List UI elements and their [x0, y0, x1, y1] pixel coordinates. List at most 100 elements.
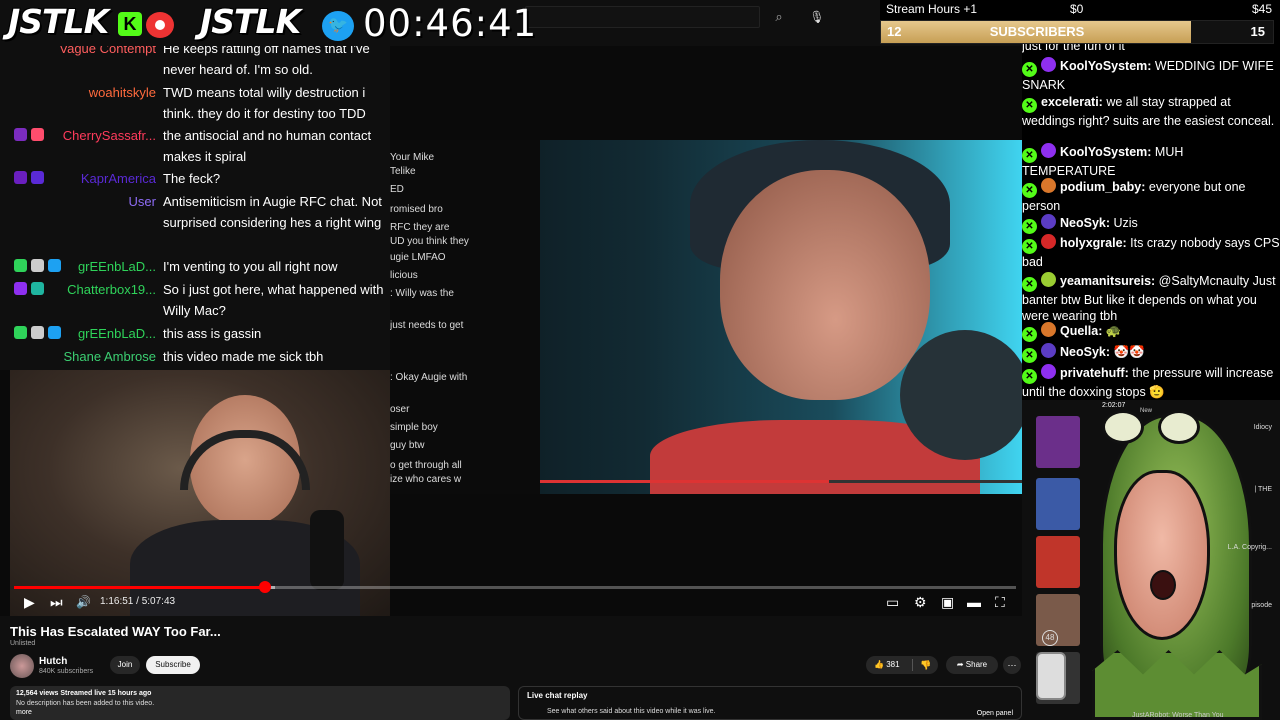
view-count: 12,564 views Streamed live 15 hours ago [16, 690, 152, 697]
kick-icon: ✕ [1022, 348, 1037, 363]
like-divider [912, 659, 913, 671]
recommended-video-title[interactable]: pisode [1192, 602, 1272, 609]
stream-goal-widget: Stream Hours +1 $0 $45 12 SUBSCRIBERS 15 [880, 0, 1280, 44]
kick-icon: ✕ [1022, 239, 1037, 254]
stream-chat-panel: just for the fun of it ✕ KoolYoSystem: WED… [1022, 44, 1280, 400]
description-more-link[interactable]: more [16, 709, 504, 716]
new-badge: New [1140, 408, 1153, 414]
chat-badge-icon [14, 282, 27, 295]
stream-chat-message: ✕ Quella: 🐢 [1022, 322, 1280, 342]
join-button[interactable]: Join [110, 656, 140, 674]
kick-icon: ✕ [1022, 148, 1037, 163]
embedded-chat-line: UD you think they [390, 236, 469, 247]
kick-icon: K [118, 12, 142, 36]
recommended-thumbnail[interactable] [1036, 536, 1080, 588]
embedded-chat-panel: Your Mike Telike ED romised bro RFC they are… [390, 140, 540, 494]
more-actions-icon[interactable]: ⋯ [1003, 656, 1021, 674]
chat-text: 🤡🤡 [1113, 345, 1145, 359]
chat-badge-icon [14, 259, 27, 272]
stream-timer: 00:46:41 [363, 2, 538, 45]
embedded-chat-line: ugie LMFAO [390, 252, 446, 263]
chat-text: this video made me sick tbh [163, 349, 324, 364]
theater-mode-icon[interactable]: ▬ [967, 594, 981, 610]
stream-chat-message: ✕ podium_baby: everyone but one person [1022, 178, 1280, 214]
scrubber-handle[interactable] [258, 581, 271, 593]
chat-username: privatehuff: [1060, 366, 1133, 380]
stream-chat-message: ✕ NeoSyk: 🤡🤡 [1022, 343, 1280, 363]
recommended-video-title[interactable]: Idiocy [1192, 424, 1272, 431]
chat-badge-icon [48, 326, 61, 339]
recommended-videos: 2:02:07 New 48 JustARobot: Worse Than Yo… [1022, 400, 1280, 720]
top-overlay-bar: ⌕ 🎙 JSTLK K JSTLK 🐦 00:46:41 [0, 0, 880, 46]
chat-badges [14, 326, 61, 339]
embedded-chat-line: just needs to get [390, 320, 464, 331]
chat-username: grEEnbLaD... [77, 259, 156, 274]
video-player[interactable]: Vague Contempt He keeps rattling off name… [0, 46, 1022, 616]
kick-icon: ✕ [1022, 327, 1037, 342]
volume-icon[interactable]: 🔊 [76, 594, 91, 610]
embedded-chat-line: Your Mike [390, 152, 435, 163]
embedded-chat-line: Telike [390, 166, 416, 177]
recommended-video-title[interactable]: | THE [1192, 486, 1272, 493]
recommended-thumbnail[interactable] [1036, 416, 1080, 468]
channel-name[interactable]: Hutch [39, 656, 67, 667]
search-input[interactable] [525, 6, 760, 28]
fullscreen-icon[interactable]: ⛶ [995, 594, 1005, 610]
chat-username: CherrySassafr... [62, 128, 156, 143]
share-button[interactable]: ➦ Share [946, 656, 998, 674]
recommended-video-title-bottom[interactable]: JustARobot: Worse Than You [1132, 712, 1224, 719]
chat-username: Chatterbox19... [67, 282, 156, 297]
recommended-video-title[interactable]: L.A. Copyrig... [1192, 544, 1272, 551]
subscriber-goal: 15 [1250, 24, 1265, 39]
microphone-icon [900, 330, 1022, 460]
subscriber-label: SUBSCRIBERS [989, 24, 1085, 39]
chat-badge-icon [14, 326, 27, 339]
chat-username: woahitskyle [88, 85, 156, 100]
user-badge-icon [1041, 214, 1056, 229]
chat-text: just for the fun of it [1022, 44, 1125, 53]
settings-icon[interactable]: ⚙ [914, 594, 927, 610]
miniplayer-icon[interactable]: ▣ [941, 594, 954, 610]
chat-badge-icon [31, 326, 44, 339]
channel-avatar[interactable] [10, 654, 34, 678]
progress-bar[interactable] [14, 581, 1016, 593]
like-icon: 👍 [874, 660, 884, 669]
mascot-eye-left [1102, 410, 1144, 444]
dislike-icon[interactable]: 👎 [920, 656, 931, 674]
chat-badges [14, 259, 61, 272]
kick-icon: ✕ [1022, 62, 1037, 77]
embedded-chat-line: oser [390, 404, 410, 415]
user-badge-icon [1041, 234, 1056, 249]
mascot-mouth [1150, 570, 1176, 600]
kick-icon: ✕ [1022, 183, 1037, 198]
chat-badge-icon [31, 259, 44, 272]
next-icon[interactable]: ⏭ [50, 594, 63, 610]
chat-text: this ass is gassin [163, 326, 262, 341]
chat-text: He keeps rattling off names that I've ne… [163, 46, 370, 77]
captions-icon[interactable]: ▭ [886, 594, 899, 610]
video-chat-overlay: Vague Contempt He keeps rattling off name… [0, 46, 390, 370]
paperclip-icon [1036, 652, 1066, 700]
user-badge-icon [1041, 272, 1056, 287]
chat-badges [14, 171, 44, 184]
chat-badge-icon [31, 282, 44, 295]
embedded-chat-line: RFC they are [390, 222, 450, 233]
microphone-icon[interactable]: 🎙 [806, 6, 828, 28]
chat-username: excelerati: [1041, 95, 1107, 109]
stream-chat-message: ✕ KoolYoSystem: MUH TEMPERATURE [1022, 143, 1280, 179]
open-panel-button[interactable]: Open panel [977, 710, 1013, 717]
user-badge-icon [1041, 143, 1056, 158]
subscribe-button[interactable]: Subscribe [146, 656, 200, 674]
chat-badge-icon [31, 128, 44, 141]
record-icon [146, 12, 174, 38]
chat-badge-icon [14, 171, 27, 184]
description-box[interactable]: 12,564 views Streamed live 15 hours ago … [10, 686, 510, 720]
chat-badges [14, 128, 44, 141]
chat-badge-icon [48, 259, 61, 272]
play-icon[interactable]: ▶ [24, 594, 35, 610]
recommended-thumbnail[interactable] [1036, 478, 1080, 530]
stream-hours-label: Stream Hours +1 [886, 2, 978, 16]
chat-badges [14, 282, 44, 295]
live-chat-replay-text: See what others said about this video wh… [547, 708, 716, 715]
search-icon[interactable]: ⌕ [762, 6, 796, 28]
